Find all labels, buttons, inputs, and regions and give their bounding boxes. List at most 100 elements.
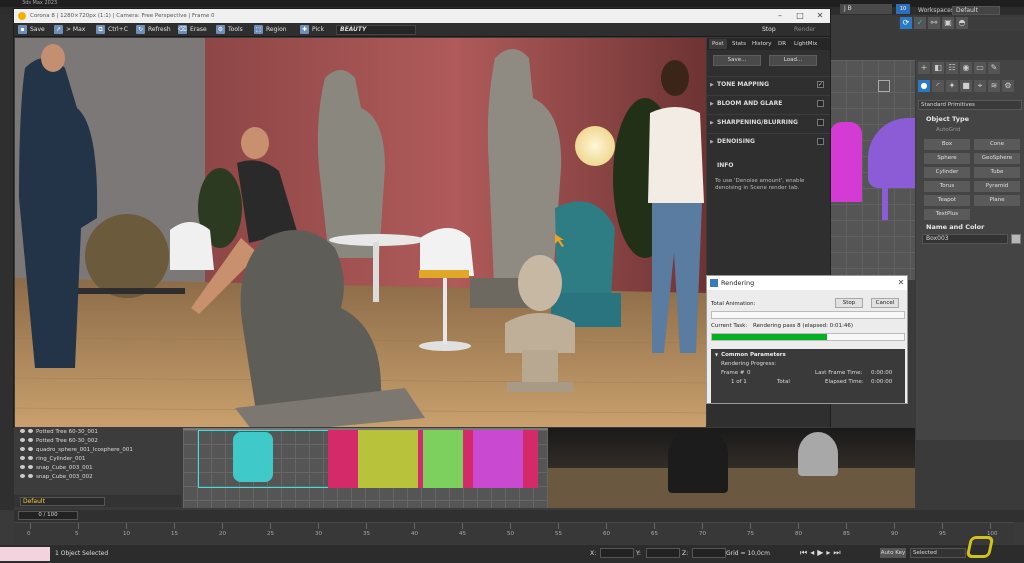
tab-post[interactable]: Post [709,39,727,49]
go-to-start-icon[interactable]: ⏮ [800,548,810,557]
scene-explorer-item[interactable]: snap_Cube_003_001 [14,464,181,473]
shapes-icon[interactable]: ◜ [932,80,944,92]
object-button-geosphere[interactable]: GeoSphere [974,153,1020,164]
vfb-title-bar[interactable]: Corona 8 | 1280×720px (1:1) | Camera: Fr… [14,9,830,23]
section-denoising[interactable]: ▶ DENOISING [707,133,830,149]
render-eye-icon[interactable] [28,465,33,469]
snap-icon[interactable]: ⚯ [928,17,940,29]
region-button[interactable]: ⬚ Region [254,25,287,35]
section-enable-checkbox[interactable]: ✓ [817,81,824,88]
visibility-eye-icon[interactable] [20,429,25,433]
object-button-cylinder[interactable]: Cylinder [924,167,970,178]
post-load-button[interactable]: Load... [769,55,817,66]
y-coord-field[interactable] [646,548,680,558]
scene-explorer-item[interactable]: Potted Tree 60-30_001 [14,428,181,437]
auto-key-button[interactable]: Auto Key [880,548,906,558]
maxscript-listener[interactable] [0,547,50,561]
object-name-field[interactable]: Box003 [922,234,1008,244]
render-teapot-icon[interactable]: ◓ [956,17,968,29]
z-coord-field[interactable] [692,548,726,558]
copy-button[interactable]: ⧉ Ctrl+C [96,25,128,35]
section-tone-mapping[interactable]: ▶ TONE MAPPING ✓ [707,76,830,92]
object-button-tube[interactable]: Tube [974,167,1020,178]
section-sharpening-blurring[interactable]: ▶ SHARPENING/BLURRING [707,114,830,130]
scene-explorer-item[interactable]: quadro_sphere_001_Icosphere_001 [14,446,181,455]
close-icon[interactable]: ✕ [895,276,907,290]
visibility-eye-icon[interactable] [20,456,25,460]
object-button-cone[interactable]: Cone [974,139,1020,150]
layer-dropdown[interactable]: Default [20,497,105,506]
scene-explorer-item[interactable]: snap_Cube_003_002 [14,473,181,482]
render-canvas[interactable] [15,38,706,427]
systems-icon[interactable]: ⚙ [1002,80,1014,92]
common-parameters-header[interactable]: ▼ Common Parameters [715,352,786,358]
visibility-eye-icon[interactable] [20,465,25,469]
stop-button[interactable]: Stop [835,298,863,308]
helpers-icon[interactable]: ⌖ [974,80,986,92]
scene-explorer-item[interactable]: Potted Tree 60-30_002 [14,437,181,446]
name-and-color-header[interactable]: Name and Color [926,223,984,231]
notification-badge[interactable]: 10 [896,4,910,14]
refresh-button[interactable]: ↻ Refresh [136,25,171,35]
visibility-eye-icon[interactable] [20,438,25,442]
render-button[interactable]: Render [794,25,815,35]
time-slider[interactable] [14,510,1024,522]
render-eye-icon[interactable] [28,474,33,478]
motion-tab-icon[interactable]: ◉ [960,62,972,74]
object-button-box[interactable]: Box [924,139,970,150]
section-enable-checkbox[interactable] [817,100,824,107]
time-slider-handle[interactable]: 0 / 100 [18,511,78,520]
minimize-icon[interactable]: – [770,9,790,23]
object-color-swatch[interactable] [1011,234,1021,244]
object-button-sphere[interactable]: Sphere [924,153,970,164]
scene-explorer-item[interactable]: ring_Cylinder_001 [14,455,181,464]
autogrid-checkbox[interactable]: AutoGrid [936,127,960,133]
user-account-button[interactable]: J B [840,4,892,14]
tab-dr[interactable]: DR [775,39,789,49]
sync-icon[interactable]: ⟳ [900,17,912,29]
render-eye-icon[interactable] [28,456,33,460]
visibility-eye-icon[interactable] [20,474,25,478]
hierarchy-tab-icon[interactable]: ☷ [946,62,958,74]
cameras-icon[interactable]: ■ [960,80,972,92]
tools-button[interactable]: ⚙ Tools [216,25,243,35]
geometry-icon[interactable]: ● [918,80,930,92]
camera-icon[interactable]: ▣ [942,17,954,29]
utilities-tab-icon[interactable]: ✎ [988,62,1000,74]
display-tab-icon[interactable]: ▭ [974,62,986,74]
erase-button[interactable]: ⌫ Erase [178,25,207,35]
viewport-bottom-center[interactable] [183,428,548,508]
close-icon[interactable]: ✕ [810,9,830,23]
viewport-bottom-right[interactable] [548,428,915,508]
section-bloom-and-glare[interactable]: ▶ BLOOM AND GLARE [707,95,830,111]
x-coord-field[interactable] [600,548,634,558]
check-circle-icon[interactable]: ✓ [914,17,926,29]
cancel-button[interactable]: Cancel [871,298,899,308]
render-eye-icon[interactable] [28,429,33,433]
viewport-right[interactable] [830,60,915,280]
stop-render-button[interactable]: Stop [762,25,776,35]
send-to-max-button[interactable]: ↗ > Max [54,25,85,35]
tab-stats[interactable]: Stats [729,39,749,49]
go-to-end-icon[interactable]: ⏭ [833,548,843,557]
lights-icon[interactable]: ✦ [946,80,958,92]
pick-button[interactable]: ✚ Pick [300,25,324,35]
spacewarps-icon[interactable]: ≋ [988,80,1000,92]
render-eye-icon[interactable] [28,447,33,451]
create-tab-icon[interactable]: + [918,62,930,74]
object-button-torus[interactable]: Torus [924,181,970,192]
primitive-category-dropdown[interactable]: Standard Primitives [918,100,1022,110]
render-element-dropdown[interactable]: BEAUTY [336,25,416,35]
modify-tab-icon[interactable]: ◧ [932,62,944,74]
object-type-header[interactable]: Object Type [926,115,969,123]
visibility-eye-icon[interactable] [20,447,25,451]
object-button-teapot[interactable]: Teapot [924,195,970,206]
rendering-dialog-title-bar[interactable]: Rendering [707,276,907,290]
object-button-plane[interactable]: Plane [974,195,1020,206]
maximize-icon[interactable]: □ [790,9,810,23]
track-bar[interactable]: 0 5 10 15 20 25 30 35 40 45 50 55 60 65 70 75 80 85 90 95 10… [14,522,1014,544]
workspace-dropdown[interactable]: Default [952,6,1000,15]
post-save-button[interactable]: Save... [713,55,761,66]
play-icon[interactable]: ▶ [817,548,826,557]
save-button[interactable]: ▪ Save [18,25,45,35]
